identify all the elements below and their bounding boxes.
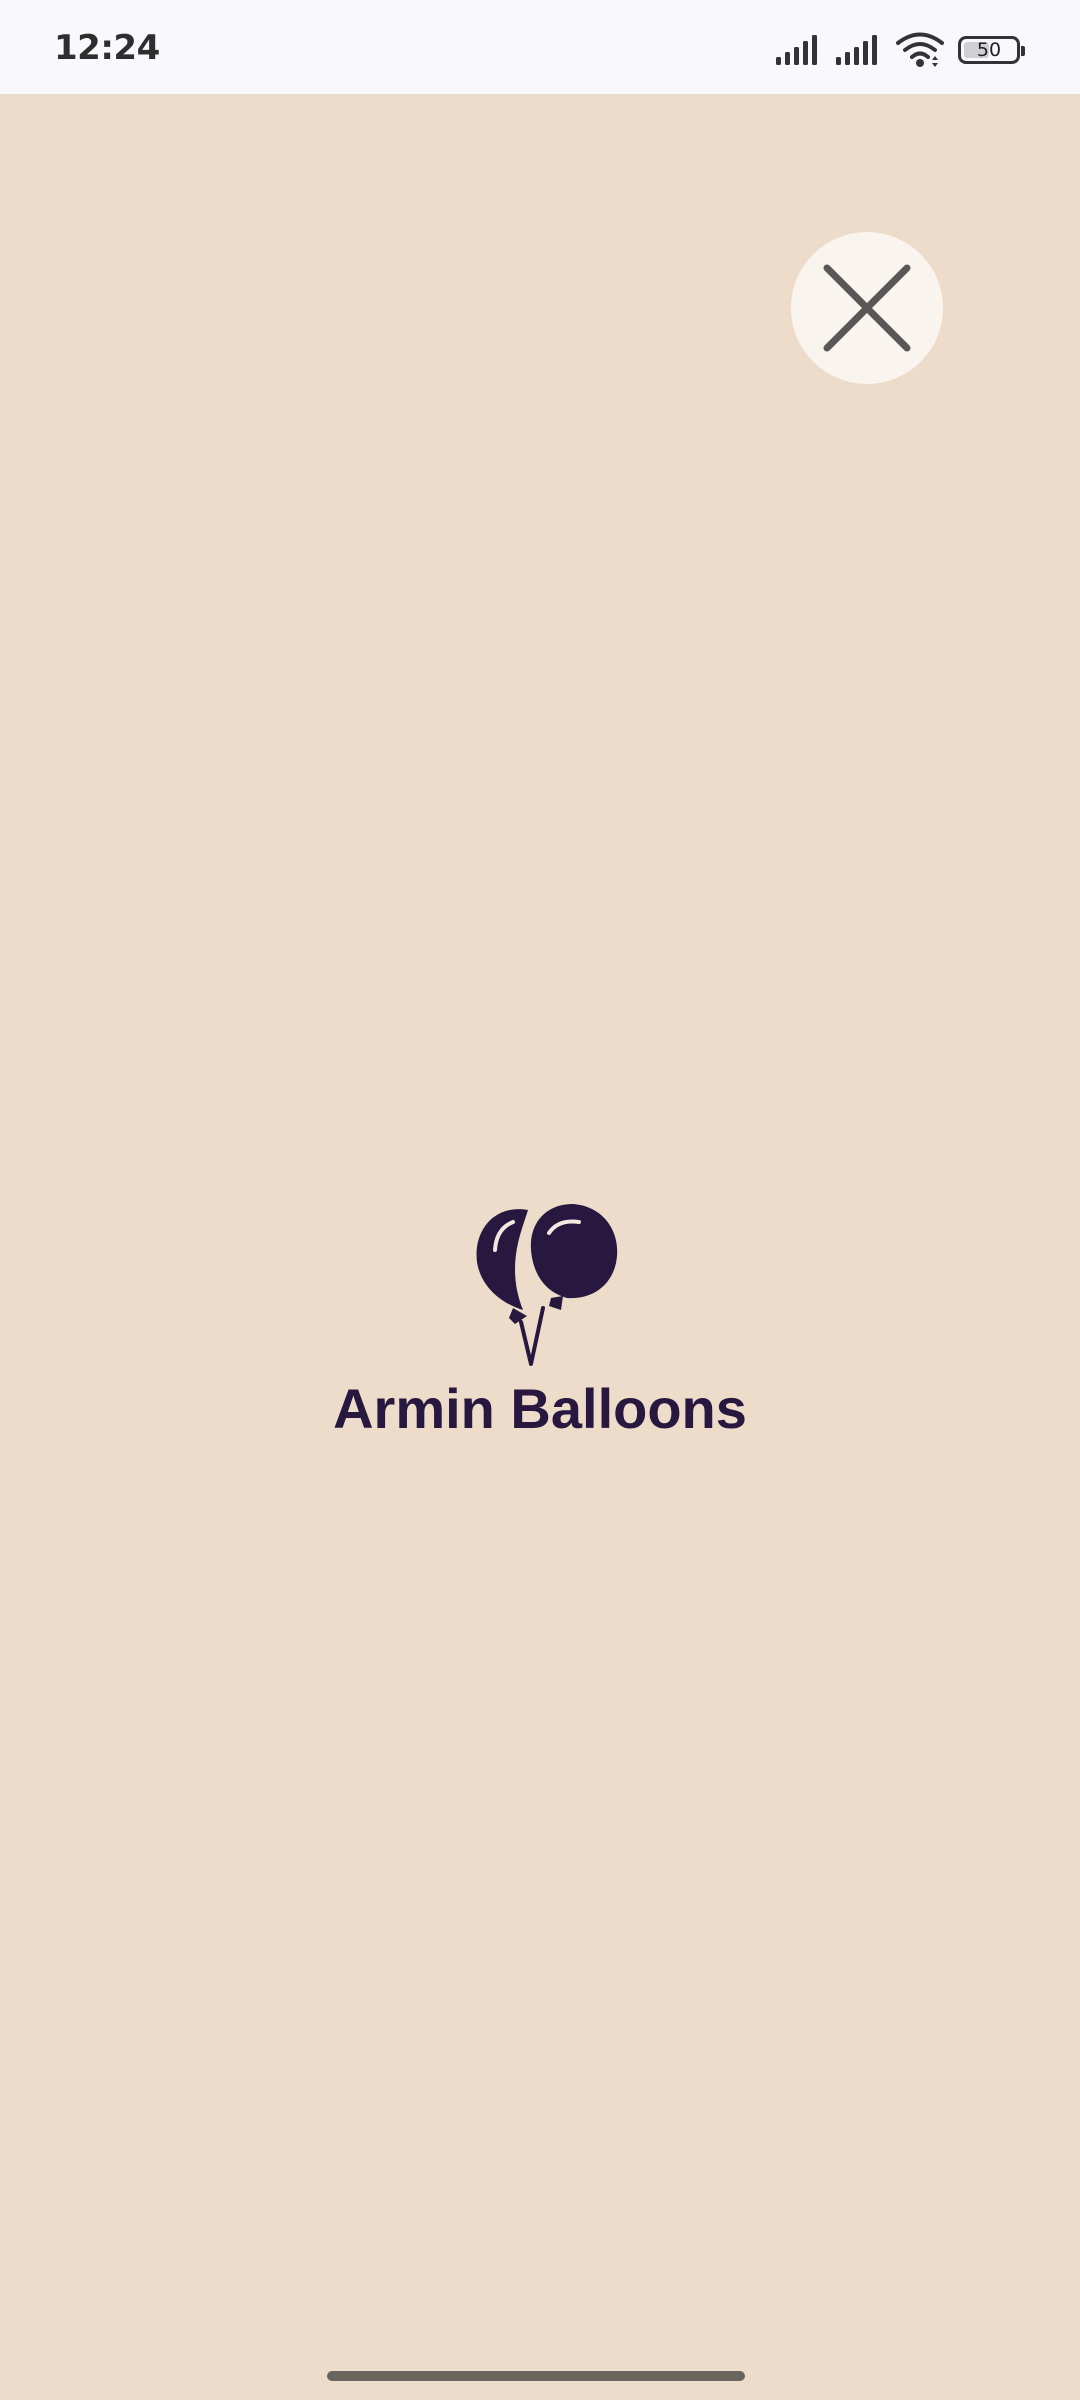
battery-level: 50 [976, 38, 1002, 61]
close-icon [823, 264, 911, 352]
home-indicator[interactable] [327, 2371, 745, 2381]
wifi-icon [896, 32, 944, 67]
status-bar: 12:24 50 [0, 0, 1080, 94]
signal-icon [836, 35, 877, 65]
brand-logo: Armin Balloons [0, 1200, 1080, 1441]
balloons-icon [476, 1204, 618, 1366]
battery-icon: 50 [958, 36, 1025, 64]
battery-cap [1021, 46, 1025, 56]
signal-icon [776, 35, 817, 65]
status-icons: 50 [776, 30, 1025, 70]
close-button[interactable] [791, 232, 943, 384]
brand-name: Armin Balloons [333, 1377, 747, 1440]
status-time: 12:24 [54, 28, 160, 68]
